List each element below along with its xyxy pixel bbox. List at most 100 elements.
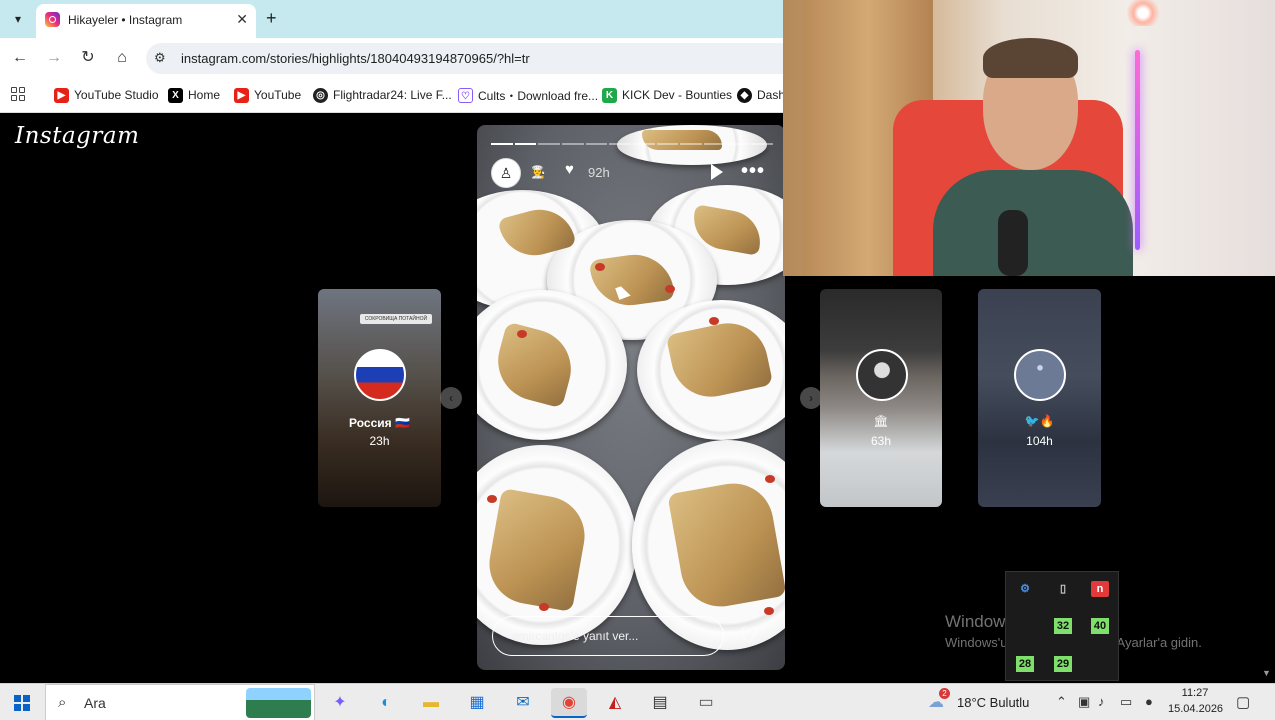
taskbar: ⌕ Ara ✦ ◐ ▬ ▦ ✉ ◉ ◭ ▤ ▭ ☁ 2 18°C Bulutlu… xyxy=(0,683,1275,720)
dash-icon: ◆ xyxy=(737,87,752,103)
like-heart-icon[interactable]: ♡ xyxy=(739,623,759,649)
instagram-logo[interactable]: Instagram xyxy=(15,123,139,149)
story-progress-segment xyxy=(514,143,537,145)
copilot-icon[interactable]: ✦ xyxy=(322,688,358,718)
heart-icon: ♥ xyxy=(565,161,574,178)
story-header: ♙ 👨‍🍳 ♥ 92h ••• xyxy=(491,158,773,188)
apps-icon[interactable] xyxy=(11,87,25,101)
new-tab-icon[interactable]: + xyxy=(266,8,277,29)
story-preview-left[interactable]: СОКРОВИЩА ПОТАЙНОЙ МОСКВЫ Россия 🇷🇺 23h xyxy=(318,289,441,507)
story-progress-segment xyxy=(704,143,726,145)
scroll-down-icon[interactable]: ▼ xyxy=(1262,668,1271,678)
address-bar[interactable]: ⚙ instagram.com/stories/highlights/18040… xyxy=(146,43,796,74)
tab-close-icon[interactable]: ✕ xyxy=(236,11,248,28)
tray-app-icon[interactable]: ▣ xyxy=(1078,694,1090,710)
story-progress-segment xyxy=(633,143,655,145)
avatar xyxy=(856,349,908,401)
bookmark-youtube-studio[interactable]: ▶ YouTube Studio xyxy=(54,86,159,104)
recorder-app-icon[interactable]: ◭ xyxy=(597,688,633,718)
avatar xyxy=(1014,349,1066,401)
kick-icon: K xyxy=(602,87,617,103)
bookmark-kick[interactable]: K KICK Dev - Bounties xyxy=(602,86,732,104)
story-progress-segment xyxy=(538,143,561,145)
store-icon[interactable]: ▦ xyxy=(459,688,495,718)
next-story-icon[interactable]: › xyxy=(800,387,822,409)
reply-placeholder: emircantgs'e yanıt ver... xyxy=(512,629,639,643)
bookmark-label: Dash xyxy=(757,88,783,102)
card-age: 63h xyxy=(870,434,892,448)
taskbar-search[interactable]: ⌕ Ara xyxy=(45,684,315,720)
show-hidden-icons-icon[interactable]: ⌃ xyxy=(1056,694,1067,710)
microphone-icon xyxy=(998,210,1028,276)
bookmark-label: Flightradar24: Live F... xyxy=(333,88,452,102)
tab-title: Hikayeler • Instagram xyxy=(68,13,183,27)
tab-search-icon[interactable]: ▾ xyxy=(8,9,28,29)
microphone-tray-icon[interactable]: ● xyxy=(1145,694,1153,709)
card-username: Россия 🇷🇺 xyxy=(349,416,410,430)
youtube-icon: ▶ xyxy=(234,87,249,103)
cults-icon: ♡ xyxy=(458,87,473,103)
edge-icon[interactable]: ◐ xyxy=(368,688,404,718)
story-progress-segment xyxy=(585,143,608,145)
settings-tray-icon[interactable]: ⚙ xyxy=(1016,581,1034,597)
outlook-icon[interactable]: ✉ xyxy=(505,688,541,718)
story-progress-segment xyxy=(680,143,703,145)
avatar xyxy=(354,349,406,401)
usb-tray-icon[interactable]: ▯ xyxy=(1054,581,1072,597)
windows-start-icon[interactable] xyxy=(14,695,30,711)
story-avatar[interactable]: ♙ xyxy=(491,158,521,188)
chrome-icon[interactable]: ◉ xyxy=(551,688,587,718)
app-tray-icon[interactable]: n xyxy=(1091,581,1109,597)
bookmark-cults[interactable]: ♡ Cults・Download fre... xyxy=(458,86,598,104)
temp-tray-icon[interactable]: 28 xyxy=(1016,656,1034,672)
notifications-icon[interactable]: ▢ xyxy=(1236,693,1250,711)
story-progress-segment xyxy=(656,143,679,145)
screen: ▾ Hikayeler • Instagram ✕ + ← → ↻ ⌂ ⚙ in… xyxy=(0,0,1275,720)
calculator-icon[interactable]: ▤ xyxy=(642,688,678,718)
card-emoji: 🏛 xyxy=(873,414,889,428)
bookmark-youtube[interactable]: ▶ YouTube xyxy=(234,86,301,104)
search-label: Ara xyxy=(84,695,106,711)
card-age: 104h xyxy=(1026,434,1053,448)
network-icon[interactable]: ▭ xyxy=(1120,694,1132,710)
instagram-favicon-icon xyxy=(45,12,60,27)
site-info-icon[interactable]: ⚙ xyxy=(154,50,166,66)
reply-input[interactable]: emircantgs'e yanıt ver... xyxy=(492,616,724,656)
file-explorer-icon[interactable]: ▬ xyxy=(413,688,449,718)
clock-time[interactable]: 11:27 xyxy=(1168,687,1222,699)
notepad-icon[interactable]: ▭ xyxy=(688,688,724,718)
bookmarks-bar: ▶ YouTube Studio X Home ▶ YouTube ◎ Flig… xyxy=(0,78,783,113)
reload-icon[interactable]: ↻ xyxy=(78,48,98,68)
previous-story-icon[interactable]: ‹ xyxy=(440,387,462,409)
temp-tray-icon[interactable]: 40 xyxy=(1091,618,1109,634)
story-progress-segment xyxy=(751,143,774,145)
bookmark-flightradar[interactable]: ◎ Flightradar24: Live F... xyxy=(313,86,452,104)
url-text[interactable]: instagram.com/stories/highlights/1804049… xyxy=(181,51,530,66)
story-age: 92h xyxy=(588,165,610,180)
temp-tray-icon[interactable]: 32 xyxy=(1054,618,1072,634)
play-icon[interactable] xyxy=(711,164,723,180)
home-icon[interactable]: ⌂ xyxy=(112,48,132,68)
story-preview-mid[interactable]: 🏛 63h xyxy=(820,289,942,507)
weather-badge: 2 xyxy=(939,688,950,699)
search-icon: ⌕ xyxy=(58,694,67,711)
story-progress-bar xyxy=(491,143,774,145)
clock-date[interactable]: 15.04.2026 xyxy=(1168,703,1223,715)
browser-toolbar: ← → ↻ ⌂ ⚙ instagram.com/stories/highligh… xyxy=(0,38,796,78)
more-options-icon[interactable]: ••• xyxy=(741,160,765,183)
story-viewer[interactable]: ♙ 👨‍🍳 ♥ 92h ••• emircantgs'e yanıt ver..… xyxy=(477,125,785,670)
forward-icon[interactable]: → xyxy=(44,48,64,68)
story-progress-segment xyxy=(727,143,750,145)
volume-icon[interactable]: ♪ xyxy=(1098,694,1105,709)
card-age: 23h xyxy=(369,434,390,448)
card-tagline: СОКРОВИЩА ПОТАЙНОЙ МОСКВЫ xyxy=(360,314,432,324)
bookmark-home[interactable]: X Home xyxy=(168,86,220,104)
bookmark-dash[interactable]: ◆ Dash xyxy=(737,86,783,104)
back-icon[interactable]: ← xyxy=(10,48,30,68)
x-icon: X xyxy=(168,87,183,103)
weather-text[interactable]: 18°C Bulutlu xyxy=(957,695,1029,710)
temp-tray-icon[interactable]: 29 xyxy=(1054,656,1072,672)
browser-tab[interactable]: Hikayeler • Instagram ✕ xyxy=(36,4,256,38)
webcam-overlay xyxy=(783,0,1275,276)
story-preview-right[interactable]: 🐦🔥 104h xyxy=(978,289,1101,507)
